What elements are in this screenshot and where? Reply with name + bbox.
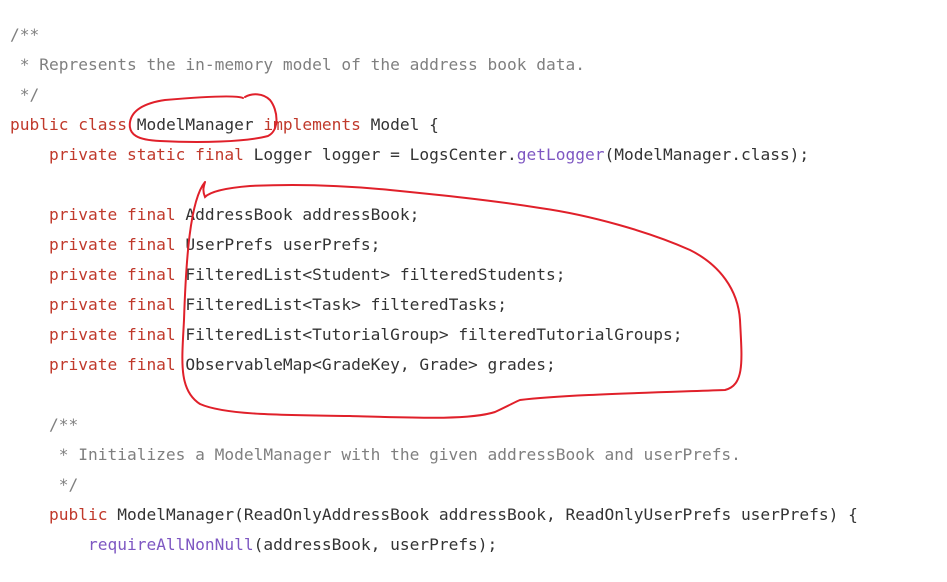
code-token: */ xyxy=(10,85,40,104)
code-token: private final xyxy=(10,325,176,344)
code-token: Model { xyxy=(360,115,439,134)
code-token: implements xyxy=(263,115,361,134)
code-token: ModelManager xyxy=(136,115,264,134)
code-line: private final FilteredList<Student> filt… xyxy=(10,260,566,290)
code-token: private final xyxy=(10,235,176,254)
code-token: (ModelManager.class); xyxy=(604,145,810,164)
code-line: private final ObservableMap<GradeKey, Gr… xyxy=(10,350,556,380)
code-token: UserPrefs userPrefs; xyxy=(175,235,381,254)
code-line: private final UserPrefs userPrefs; xyxy=(10,230,380,260)
code-line: /** xyxy=(10,20,39,50)
code-token: /** xyxy=(10,415,79,434)
code-token: private final xyxy=(10,295,176,314)
code-token: public xyxy=(10,505,108,524)
code-token: FilteredList<Student> filteredStudents; xyxy=(175,265,566,284)
code-token: AddressBook addressBook; xyxy=(175,205,420,224)
code-token: getLogger xyxy=(516,145,605,164)
code-token: ModelManager(ReadOnlyAddressBook address… xyxy=(107,505,858,524)
code-token: Logger logger = LogsCenter. xyxy=(243,145,517,164)
code-token: ObservableMap<GradeKey, Grade> grades; xyxy=(175,355,556,374)
code-token: (addressBook, userPrefs); xyxy=(253,535,498,554)
code-line: */ xyxy=(10,80,40,110)
code-line: private final AddressBook addressBook; xyxy=(10,200,419,230)
code-token: private final xyxy=(10,205,176,224)
code-line: private final FilteredList<TutorialGroup… xyxy=(10,320,683,350)
code-line: * Initializes a ModelManager with the gi… xyxy=(10,440,741,470)
code-token: private final xyxy=(10,265,176,284)
code-line: requireAllNonNull(addressBook, userPrefs… xyxy=(10,530,497,560)
code-token: requireAllNonNull xyxy=(87,535,254,554)
code-line: */ xyxy=(10,470,79,500)
code-line: private static final Logger logger = Log… xyxy=(10,140,809,170)
code-line: private final FilteredList<Task> filtere… xyxy=(10,290,507,320)
code-token: private static final xyxy=(10,145,244,164)
code-token: public class xyxy=(10,115,137,134)
code-token: FilteredList<TutorialGroup> filteredTuto… xyxy=(175,325,683,344)
code-token: /** xyxy=(10,25,40,44)
code-token: FilteredList<Task> filteredTasks; xyxy=(175,295,508,314)
code-line: /** xyxy=(10,410,78,440)
code-token: * Initializes a ModelManager with the gi… xyxy=(10,445,741,464)
code-view: /** * Represents the in-memory model of … xyxy=(0,0,947,582)
code-line: public ModelManager(ReadOnlyAddressBook … xyxy=(10,500,858,530)
code-token: */ xyxy=(10,475,79,494)
code-token: * Represents the in-memory model of the … xyxy=(10,55,585,74)
code-token: private final xyxy=(10,355,176,374)
code-line: public class ModelManager implements Mod… xyxy=(10,110,439,140)
code-line: * Represents the in-memory model of the … xyxy=(10,50,585,80)
